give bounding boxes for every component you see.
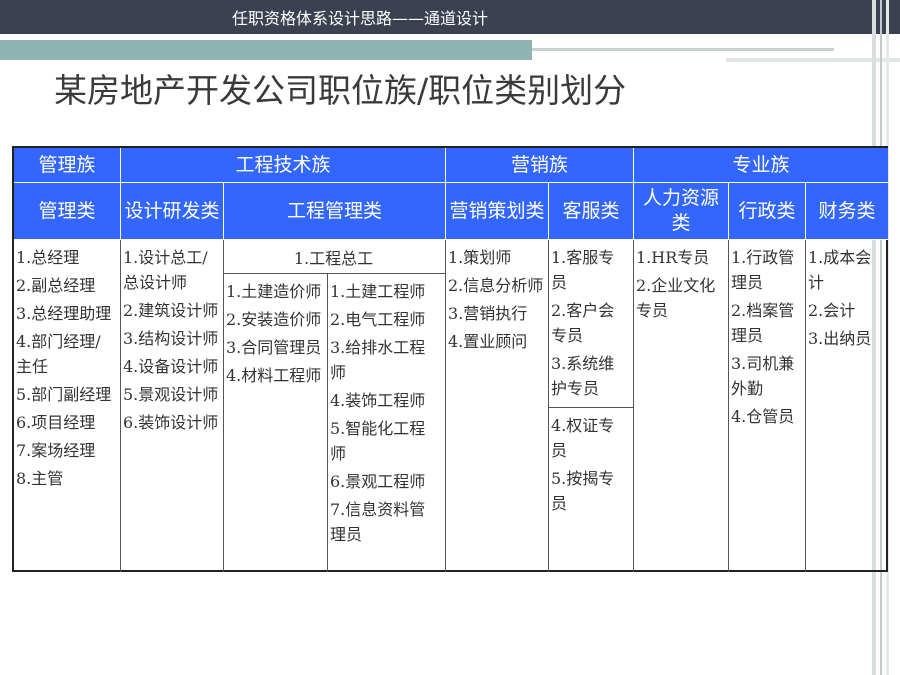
list-item: 6.项目经理 [16,413,96,432]
list-item: 2.会计 [808,301,856,320]
list-item: 1.土建工程师 [330,282,426,301]
list-item: 1.总经理 [16,248,80,267]
list-item: 4.设备设计师 [123,357,219,376]
category-header: 客服类 [549,183,634,240]
list-item: 2.信息分析师 [448,276,544,295]
design-cell: 1.设计总工/总设计师 2.建筑设计师 3.结构设计师 4.设备设计师 5.景观… [121,240,224,572]
management-cell: 1.总经理 2.副总经理 3.总经理助理 4.部门经理/主任 5.部门副经理 6… [14,240,121,572]
category-header: 人力资源类 [634,183,729,240]
list-item: 3.司机兼外勤 [731,354,795,398]
hr-cell: 1.HR专员 2.企业文化专员 [634,240,729,572]
list-item: 6.装饰设计师 [123,413,219,432]
list-item: 3.营销执行 [448,304,528,323]
list-item: 4.置业顾问 [448,332,528,351]
family-header: 专业族 [634,148,888,183]
list-item: 2.安装造价师 [226,310,322,329]
list-item: 1.策划师 [448,248,512,267]
list-item: 3.系统维护专员 [551,354,615,398]
list-item: 3.结构设计师 [123,329,219,348]
category-header: 设计研发类 [121,183,224,240]
family-header: 营销族 [446,148,634,183]
list-item: 7.信息资料管理员 [330,500,426,544]
accent-line [532,48,834,51]
list-item: 5.部门副经理 [16,385,112,404]
category-header: 行政类 [729,183,806,240]
list-item: 2.企业文化专员 [636,276,716,320]
list-item: 4.权证专员 [551,416,615,460]
list-item: 2.建筑设计师 [123,301,219,320]
category-header: 管理类 [14,183,121,240]
category-header: 工程管理类 [224,183,446,240]
list-item: 7.案场经理 [16,441,96,460]
list-item: 1.设计总工/总设计师 [123,248,208,292]
top-bar: 任职资格体系设计思路——通道设计 [0,0,900,34]
list-item: 1.行政管理员 [731,248,795,292]
list-item: 2.客户会专员 [551,301,615,345]
list-item: 6.景观工程师 [330,472,426,491]
list-item: 2.档案管理员 [731,301,795,345]
admin-cell: 1.行政管理员 2.档案管理员 3.司机兼外勤 4.仓管员 [729,240,806,572]
list-item: 5.按揭专员 [551,469,615,513]
service-top-cell: 1.客服专员 2.客户会专员 3.系统维护专员 [549,240,634,408]
finance-cell: 1.成本会计 2.会计 3.出纳员 [806,240,888,572]
accent-band [0,40,532,60]
list-item: 4.材料工程师 [226,366,322,385]
list-item: 5.景观设计师 [123,385,219,404]
header-title: 任职资格体系设计思路——通道设计 [232,9,489,28]
category-header: 营销策划类 [446,183,549,240]
list-item: 4.部门经理/主任 [16,332,101,376]
list-item: 4.装饰工程师 [330,391,426,410]
page-title: 某房地产开发公司职位族/职位类别划分 [54,71,627,110]
list-item: 3.合同管理员 [226,338,322,357]
list-item: 2.电气工程师 [330,310,426,329]
family-header: 工程技术族 [121,148,446,183]
list-item: 1.土建造价师 [226,282,322,301]
eng-left-cell: 1.土建造价师 2.安装造价师 3.合同管理员 4.材料工程师 [224,274,328,572]
list-item: 1.成本会计 [808,248,872,292]
list-item: 1.工程总工 [293,249,374,268]
category-header: 财务类 [806,183,888,240]
eng-right-cell: 1.土建工程师 2.电气工程师 3.给排水工程师 4.装饰工程师 5.智能化工程… [328,274,446,572]
list-item: 4.仓管员 [731,407,795,426]
marketing-cell: 1.策划师 2.信息分析师 3.营销执行 4.置业顾问 [446,240,549,572]
list-item: 2.副总经理 [16,276,96,295]
list-item: 5.智能化工程师 [330,419,426,463]
list-item: 3.出纳员 [808,329,872,348]
service-bottom-cell: 4.权证专员 5.按揭专员 [549,408,634,572]
family-header: 管理族 [14,148,121,183]
list-item: 3.给排水工程师 [330,338,426,382]
list-item: 8.主管 [16,469,64,488]
list-item: 1.HR专员 [636,248,710,267]
classification-table: 管理族 工程技术族 营销族 专业族 管理类 设计研发类 工程管理类 营销策划类 … [12,146,888,572]
list-item: 1.客服专员 [551,248,615,292]
list-item: 3.总经理助理 [16,304,112,323]
eng-chief-cell: 1.工程总工 [224,240,446,274]
